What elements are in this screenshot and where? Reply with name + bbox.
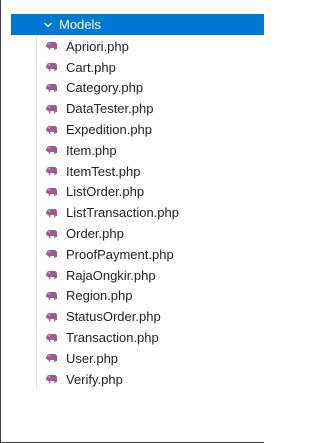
file-item[interactable]: Apriori.php [0, 36, 264, 57]
file-name: Category.php [66, 80, 144, 96]
file-item[interactable]: Expedition.php [0, 119, 264, 140]
file-name: DataTester.php [66, 101, 154, 117]
file-name: Transaction.php [66, 330, 159, 346]
php-elephant-icon [44, 371, 60, 387]
php-elephant-icon [44, 184, 60, 200]
file-name: Expedition.php [66, 122, 153, 138]
php-elephant-icon [44, 205, 60, 221]
file-item[interactable]: Transaction.php [0, 327, 264, 348]
php-elephant-icon [44, 122, 60, 138]
php-elephant-icon [44, 59, 60, 75]
file-item[interactable]: ProofPayment.php [0, 243, 264, 265]
file-name: Order.php [66, 226, 124, 242]
php-elephant-icon [44, 80, 60, 96]
file-name: StatusOrder.php [66, 309, 161, 325]
php-elephant-icon [44, 288, 60, 304]
file-item[interactable]: Item.php [0, 139, 264, 161]
chevron-down-icon[interactable] [41, 14, 55, 35]
file-item[interactable]: Verify.php [0, 368, 264, 390]
php-elephant-icon [44, 246, 60, 262]
php-elephant-icon [44, 350, 60, 366]
php-elephant-icon [44, 226, 60, 242]
file-name: Item.php [66, 142, 117, 158]
file-item[interactable]: StatusOrder.php [0, 306, 264, 327]
file-item[interactable]: Order.php [0, 223, 264, 244]
file-name: ListTransaction.php [66, 205, 179, 221]
php-elephant-icon [44, 142, 60, 158]
php-elephant-icon [44, 101, 60, 117]
file-item[interactable]: Category.php [0, 77, 264, 99]
file-item[interactable]: User.php [0, 347, 264, 369]
file-item[interactable]: RajaOngkir.php [0, 264, 264, 286]
file-name: ListOrder.php [66, 184, 145, 200]
file-list: Apriori.php Cart.php Category.php DataTeste… [0, 36, 264, 390]
file-name: User.php [66, 350, 119, 366]
php-elephant-icon [44, 309, 60, 325]
file-name: Verify.php [66, 371, 123, 387]
file-item[interactable]: Cart.php [0, 56, 264, 78]
file-name: RajaOngkir.php [66, 267, 156, 283]
file-explorer: Models Apriori.php Cart.php Category.php Da… [0, 0, 264, 443]
file-item[interactable]: ItemTest.php [0, 160, 264, 182]
folder-models[interactable]: Models [11, 14, 264, 35]
file-item[interactable]: ListTransaction.php [0, 202, 264, 223]
file-name: Region.php [66, 288, 133, 304]
file-item[interactable]: ListOrder.php [0, 181, 264, 203]
php-elephant-icon [44, 267, 60, 283]
php-elephant-icon [44, 163, 60, 179]
file-item[interactable]: DataTester.php [0, 98, 264, 119]
folder-label: Models [59, 17, 101, 32]
file-item[interactable]: Region.php [0, 285, 264, 307]
php-elephant-icon [44, 330, 60, 346]
file-name: ItemTest.php [66, 163, 141, 179]
php-elephant-icon [44, 38, 60, 54]
file-name: Apriori.php [66, 38, 129, 54]
file-name: Cart.php [66, 59, 116, 75]
file-name: ProofPayment.php [66, 246, 174, 262]
